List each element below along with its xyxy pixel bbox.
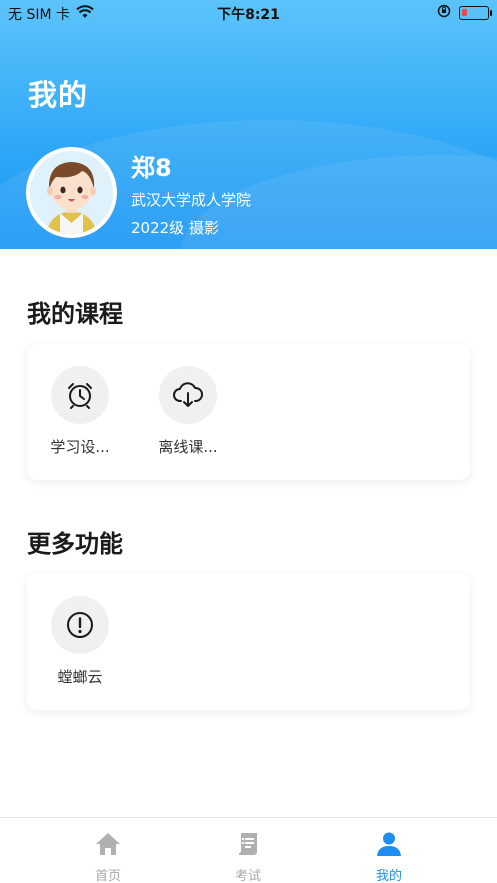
cloud-download-icon	[159, 366, 217, 424]
exam-scroll-icon	[234, 833, 262, 862]
offline-courses-tile[interactable]: 离线课...	[152, 366, 224, 457]
exclamation-circle-icon	[51, 596, 109, 654]
avatar-illustration	[30, 151, 113, 234]
tab-home[interactable]: 首页	[68, 830, 148, 883]
tab-mine[interactable]: 我的	[349, 830, 429, 883]
battery-icon	[459, 6, 492, 20]
user-icon	[375, 832, 403, 862]
orientation-lock-icon	[437, 4, 451, 22]
more-features-card: 螳螂云	[27, 574, 470, 710]
tab-exam-label: 考试	[234, 869, 261, 883]
my-courses-title: 我的课程	[27, 300, 123, 328]
user-grade-major: 2022级 摄影	[131, 219, 219, 237]
status-bar: 无 SIM 卡 下午8:21	[0, 0, 497, 26]
tab-home-label: 首页	[94, 869, 121, 883]
profile-header: 无 SIM 卡 下午8:21 我的 郑8 武汉大学成人学院 2022级 摄影	[0, 0, 497, 249]
tab-exam[interactable]: 考试	[208, 830, 288, 883]
alarm-clock-icon	[51, 366, 109, 424]
tanglangyun-label: 螳螂云	[57, 668, 103, 686]
status-time: 下午8:21	[217, 7, 280, 23]
page-title: 我的	[28, 78, 89, 112]
study-settings-tile[interactable]: 学习设...	[44, 366, 116, 457]
my-courses-card: 学习设... 离线课...	[27, 344, 470, 480]
more-features-title: 更多功能	[27, 530, 123, 558]
my-profile-page: 无 SIM 卡 下午8:21 我的 郑8 武汉大学成人学院 2022级 摄影 我…	[0, 0, 497, 883]
tanglangyun-tile[interactable]: 螳螂云	[44, 596, 116, 687]
offline-courses-label: 离线课...	[158, 438, 218, 456]
home-icon	[94, 833, 122, 862]
user-name: 郑8	[131, 154, 172, 182]
tab-mine-label: 我的	[375, 869, 402, 883]
avatar[interactable]	[26, 147, 117, 238]
study-settings-label: 学习设...	[50, 438, 110, 456]
user-school: 武汉大学成人学院	[131, 191, 252, 209]
bottom-tab-bar: 首页 考试 我的	[0, 817, 497, 883]
